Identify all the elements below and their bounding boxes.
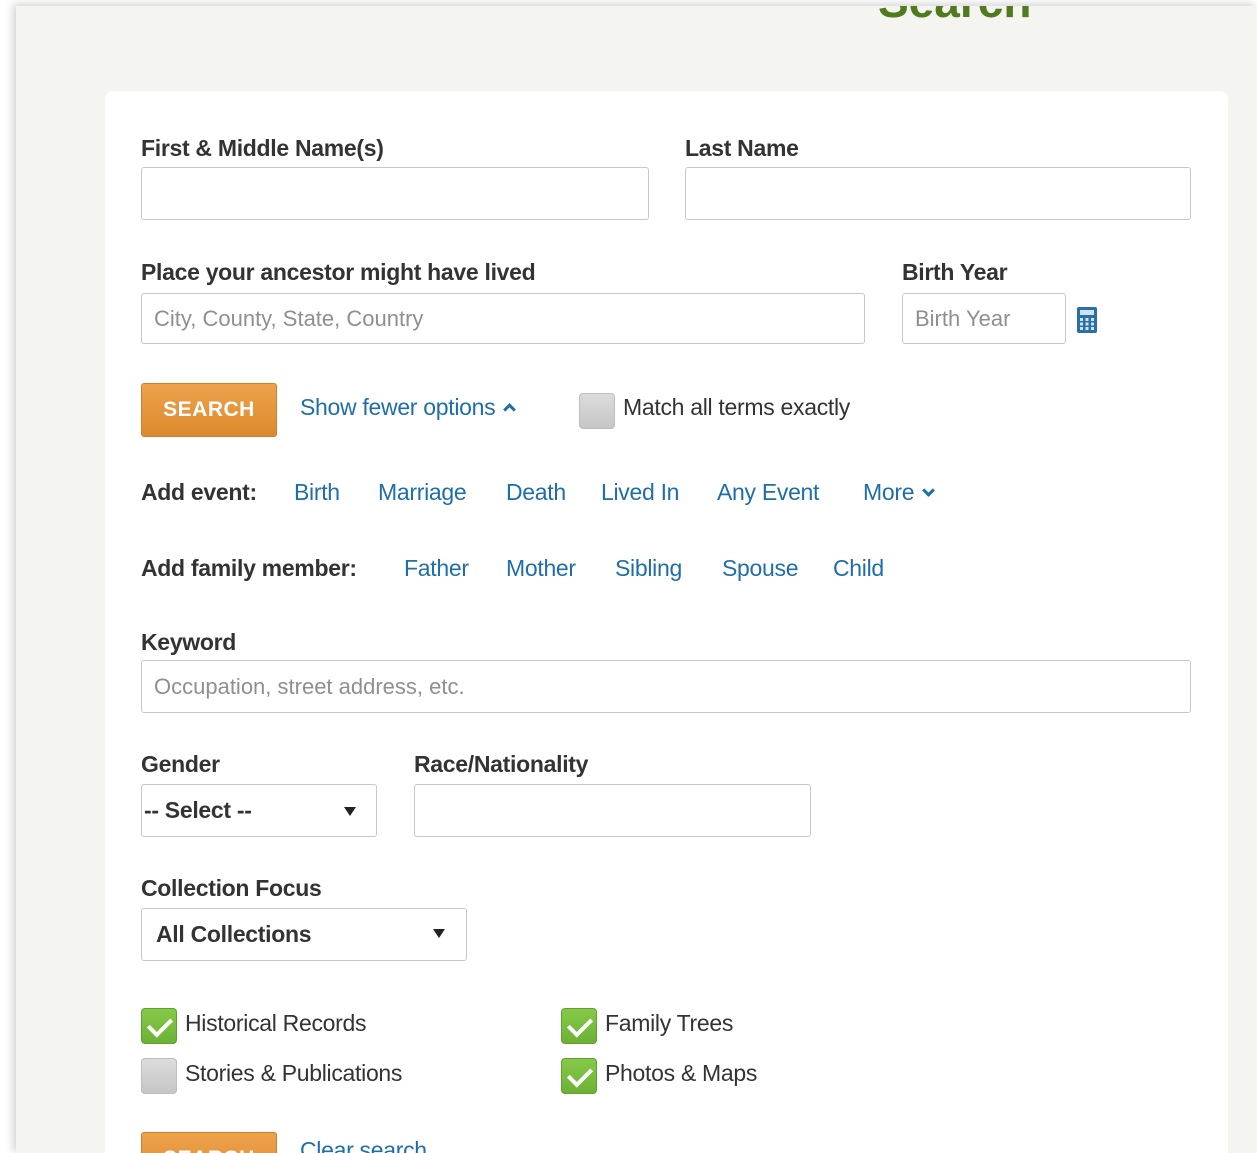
photos-maps-checkbox[interactable] xyxy=(561,1058,597,1094)
place-input[interactable] xyxy=(141,293,865,344)
place-label: Place your ancestor might have lived xyxy=(141,259,536,285)
calculator-icon[interactable] xyxy=(1077,307,1097,333)
page-title: Search xyxy=(878,6,1031,24)
match-exact-checkbox[interactable] xyxy=(579,393,615,429)
gender-select[interactable]: -- Select -- xyxy=(141,784,377,837)
add-family-label: Add family member: xyxy=(141,555,357,581)
chevron-down-icon xyxy=(922,484,936,497)
photos-maps-label: Photos & Maps xyxy=(605,1060,758,1086)
bottom-search-button[interactable]: SEARCH xyxy=(141,1132,277,1153)
search-form-card: First & Middle Name(s) Last Name Place y… xyxy=(105,91,1228,1153)
add-event-more-label: More xyxy=(863,479,915,505)
search-page: Search First & Middle Name(s) Last Name … xyxy=(16,6,1257,1153)
match-exact-label: Match all terms exactly xyxy=(623,394,850,420)
search-button[interactable]: SEARCH xyxy=(141,383,277,437)
stories-publications-label: Stories & Publications xyxy=(185,1060,403,1086)
show-fewer-options-label: Show fewer options xyxy=(300,394,496,420)
add-family-sibling[interactable]: Sibling xyxy=(615,555,682,582)
race-label: Race/Nationality xyxy=(414,751,589,777)
add-family-father[interactable]: Father xyxy=(404,555,469,582)
historical-records-checkbox[interactable] xyxy=(141,1008,177,1044)
family-trees-label: Family Trees xyxy=(605,1010,734,1036)
chevron-up-icon xyxy=(503,403,517,416)
add-family-spouse[interactable]: Spouse xyxy=(722,555,799,582)
collection-focus-label: Collection Focus xyxy=(141,875,322,901)
birth-year-label: Birth Year xyxy=(902,259,1008,285)
last-name-input[interactable] xyxy=(685,167,1191,220)
first-name-label: First & Middle Name(s) xyxy=(141,135,384,161)
add-event-more[interactable]: More xyxy=(863,479,936,506)
add-event-any-event[interactable]: Any Event xyxy=(717,479,819,506)
show-fewer-options-link[interactable]: Show fewer options xyxy=(300,394,517,421)
caret-down-icon xyxy=(344,807,356,816)
first-name-input[interactable] xyxy=(141,167,649,220)
last-name-label: Last Name xyxy=(685,135,799,161)
add-event-marriage[interactable]: Marriage xyxy=(378,479,467,506)
birth-year-input[interactable] xyxy=(902,293,1066,344)
add-event-label: Add event: xyxy=(141,479,257,505)
add-family-child[interactable]: Child xyxy=(833,555,884,582)
gender-label: Gender xyxy=(141,751,220,777)
stories-publications-checkbox[interactable] xyxy=(141,1058,177,1094)
collection-focus-selected-value: All Collections xyxy=(156,921,312,947)
family-trees-checkbox[interactable] xyxy=(561,1008,597,1044)
keyword-label: Keyword xyxy=(141,629,237,655)
gender-selected-value: -- Select -- xyxy=(144,797,252,823)
race-input[interactable] xyxy=(414,784,811,837)
clear-search-link[interactable]: Clear search xyxy=(300,1137,427,1153)
add-event-death[interactable]: Death xyxy=(506,479,566,506)
add-family-mother[interactable]: Mother xyxy=(506,555,576,582)
collection-focus-select[interactable]: All Collections xyxy=(141,908,467,961)
historical-records-label: Historical Records xyxy=(185,1010,367,1036)
caret-down-icon xyxy=(433,929,445,938)
add-event-lived-in[interactable]: Lived In xyxy=(601,479,679,506)
add-event-birth[interactable]: Birth xyxy=(294,479,340,506)
keyword-input[interactable] xyxy=(141,660,1191,713)
